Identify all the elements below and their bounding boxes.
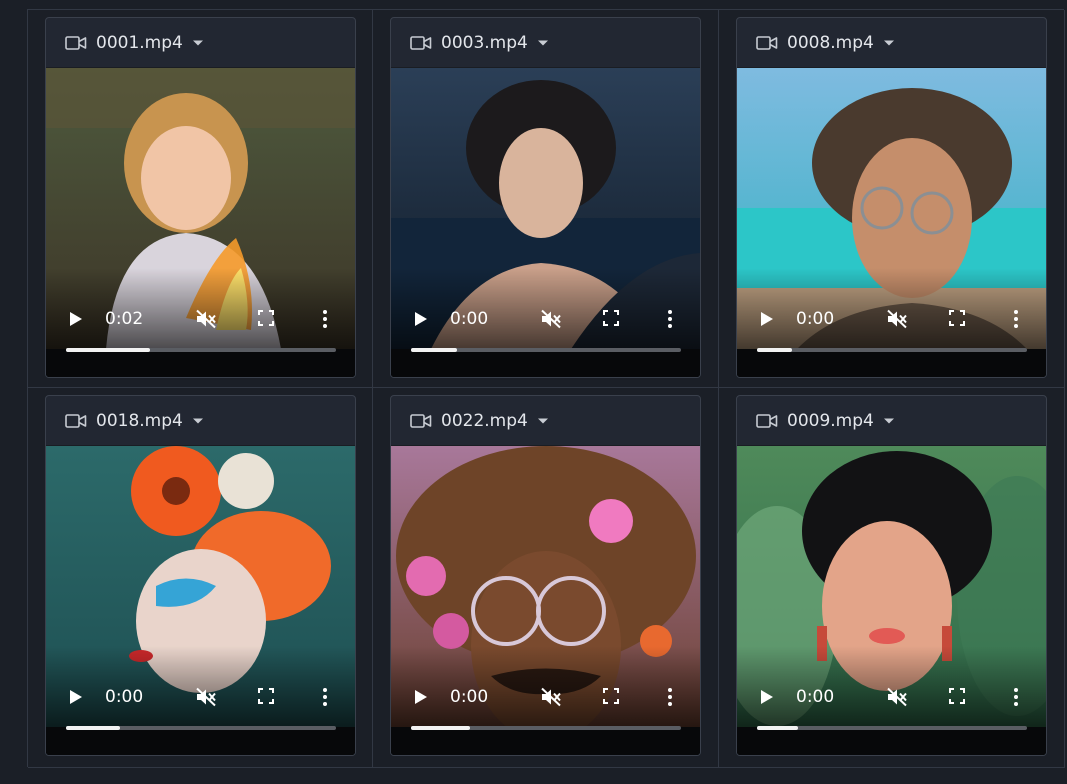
fullscreen-icon[interactable] [258, 310, 274, 326]
current-time: 0:02 [105, 309, 144, 329]
video-card: 0008.mp4 0:00 [736, 17, 1047, 378]
progress-bar[interactable] [411, 348, 681, 352]
video-controls: 0:02 [46, 306, 355, 332]
card-header[interactable]: 0018.mp4 [46, 396, 355, 446]
progress-bar[interactable] [757, 726, 1027, 730]
card-header[interactable]: 0008.mp4 [737, 18, 1046, 68]
video-card: 0018.mp4 0:00 [45, 395, 356, 756]
more-options-icon[interactable] [1013, 309, 1019, 329]
video-camera-icon [410, 413, 432, 428]
grid-cell: 0022.mp4 0:00 [373, 388, 719, 768]
muted-speaker-icon[interactable] [195, 309, 217, 329]
grid-cell: 0008.mp4 0:00 [719, 10, 1065, 388]
play-icon[interactable] [69, 689, 83, 705]
video-player[interactable]: 0:00 [46, 446, 355, 755]
card-header[interactable]: 0009.mp4 [737, 396, 1046, 446]
file-name: 0022.mp4 [441, 410, 528, 431]
more-options-icon[interactable] [667, 687, 673, 707]
progress-fill [411, 348, 457, 352]
video-grid: 0001.mp4 0:02 0003.mp4 0:00 0008.mp4 0:0… [27, 9, 1065, 768]
muted-speaker-icon[interactable] [195, 687, 217, 707]
chevron-down-icon[interactable] [537, 39, 549, 47]
play-icon[interactable] [69, 311, 83, 327]
video-controls: 0:00 [391, 306, 700, 332]
fullscreen-icon[interactable] [949, 688, 965, 704]
progress-bar[interactable] [411, 726, 681, 730]
muted-speaker-icon[interactable] [886, 687, 908, 707]
file-name: 0018.mp4 [96, 410, 183, 431]
muted-speaker-icon[interactable] [540, 309, 562, 329]
play-icon[interactable] [414, 311, 428, 327]
file-name: 0003.mp4 [441, 32, 528, 53]
video-letterbox [737, 349, 1046, 377]
more-options-icon[interactable] [1013, 687, 1019, 707]
grid-cell: 0001.mp4 0:02 [28, 10, 373, 388]
card-header[interactable]: 0003.mp4 [391, 18, 700, 68]
file-name: 0008.mp4 [787, 32, 874, 53]
more-options-icon[interactable] [667, 309, 673, 329]
video-controls: 0:00 [737, 306, 1046, 332]
card-header[interactable]: 0001.mp4 [46, 18, 355, 68]
video-controls: 0:00 [737, 684, 1046, 710]
current-time: 0:00 [796, 309, 835, 329]
more-options-icon[interactable] [322, 309, 328, 329]
file-name: 0009.mp4 [787, 410, 874, 431]
fullscreen-icon[interactable] [603, 688, 619, 704]
video-camera-icon [65, 413, 87, 428]
progress-fill [66, 726, 120, 730]
video-player[interactable]: 0:00 [737, 446, 1046, 755]
fullscreen-icon[interactable] [603, 310, 619, 326]
video-letterbox [46, 727, 355, 755]
video-letterbox [737, 727, 1046, 755]
chevron-down-icon[interactable] [537, 417, 549, 425]
video-card: 0001.mp4 0:02 [45, 17, 356, 378]
chevron-down-icon[interactable] [883, 39, 895, 47]
video-letterbox [46, 349, 355, 377]
video-camera-icon [65, 35, 87, 50]
more-options-icon[interactable] [322, 687, 328, 707]
grid-cell: 0009.mp4 0:00 [719, 388, 1065, 768]
play-icon[interactable] [760, 311, 774, 327]
fullscreen-icon[interactable] [949, 310, 965, 326]
video-card: 0022.mp4 0:00 [390, 395, 701, 756]
current-time: 0:00 [450, 309, 489, 329]
video-card: 0009.mp4 0:00 [736, 395, 1047, 756]
grid-cell: 0018.mp4 0:00 [28, 388, 373, 768]
muted-speaker-icon[interactable] [886, 309, 908, 329]
video-letterbox [391, 349, 700, 377]
video-letterbox [391, 727, 700, 755]
grid-cell: 0003.mp4 0:00 [373, 10, 719, 388]
current-time: 0:00 [796, 687, 835, 707]
play-icon[interactable] [414, 689, 428, 705]
progress-fill [757, 726, 798, 730]
fullscreen-icon[interactable] [258, 688, 274, 704]
progress-fill [757, 348, 793, 352]
chevron-down-icon[interactable] [192, 39, 204, 47]
video-camera-icon [756, 413, 778, 428]
video-player[interactable]: 0:00 [737, 68, 1046, 377]
progress-bar[interactable] [66, 348, 336, 352]
play-icon[interactable] [760, 689, 774, 705]
video-controls: 0:00 [391, 684, 700, 710]
chevron-down-icon[interactable] [192, 417, 204, 425]
video-player[interactable]: 0:02 [46, 68, 355, 377]
card-header[interactable]: 0022.mp4 [391, 396, 700, 446]
progress-fill [66, 348, 150, 352]
video-camera-icon [756, 35, 778, 50]
video-camera-icon [410, 35, 432, 50]
video-player[interactable]: 0:00 [391, 446, 700, 755]
video-card: 0003.mp4 0:00 [390, 17, 701, 378]
chevron-down-icon[interactable] [883, 417, 895, 425]
current-time: 0:00 [450, 687, 489, 707]
video-player[interactable]: 0:00 [391, 68, 700, 377]
video-controls: 0:00 [46, 684, 355, 710]
file-name: 0001.mp4 [96, 32, 183, 53]
progress-bar[interactable] [66, 726, 336, 730]
progress-fill [411, 726, 471, 730]
progress-bar[interactable] [757, 348, 1027, 352]
muted-speaker-icon[interactable] [540, 687, 562, 707]
current-time: 0:00 [105, 687, 144, 707]
